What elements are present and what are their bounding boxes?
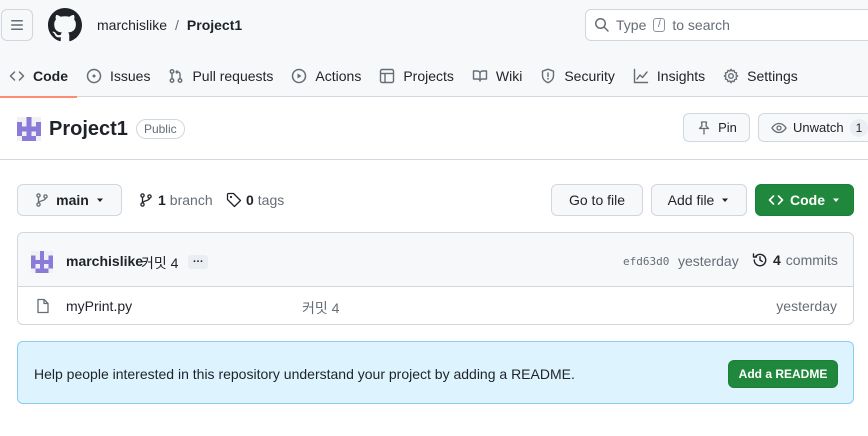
avatar bbox=[17, 117, 41, 141]
go-to-file-label: Go to file bbox=[568, 192, 626, 208]
code-button-label: Code bbox=[790, 192, 825, 208]
code-icon bbox=[768, 195, 784, 205]
tab-settings[interactable]: Settings bbox=[714, 55, 807, 97]
add-readme-button[interactable]: Add a README bbox=[728, 360, 838, 388]
file-commit-time: yesterday bbox=[776, 298, 837, 314]
branches-link[interactable]: 1 branch bbox=[138, 190, 213, 210]
commit-message[interactable]: 커밋 4 bbox=[141, 253, 178, 273]
branch-icon bbox=[140, 193, 152, 207]
tab-wiki[interactable]: Wiki bbox=[463, 55, 531, 97]
readme-banner-text: Help people interested in this repositor… bbox=[34, 366, 575, 382]
shield-icon bbox=[542, 68, 555, 84]
file-name[interactable]: myPrint.py bbox=[66, 298, 132, 314]
tab-label: Code bbox=[33, 68, 68, 84]
unwatch-label: Unwatch bbox=[793, 120, 844, 135]
tab-label: Issues bbox=[110, 68, 151, 84]
watch-count: 1 bbox=[849, 118, 868, 137]
avatar[interactable] bbox=[31, 251, 53, 273]
tab-pull-requests[interactable]: Pull requests bbox=[159, 55, 282, 97]
caret-down-icon bbox=[833, 198, 839, 202]
tab-label: Insights bbox=[656, 68, 706, 84]
eye-icon bbox=[771, 122, 787, 133]
add-file-label: Add file bbox=[667, 192, 715, 208]
file-listing: marchislike 커밋 4 … efd63d0 yesterday 4 c… bbox=[17, 232, 854, 325]
history-icon bbox=[752, 253, 767, 267]
go-to-file-button[interactable]: Go to file bbox=[551, 184, 643, 216]
tab-label: Settings bbox=[747, 68, 798, 84]
commit-count: 4 bbox=[773, 252, 781, 268]
tab-code[interactable]: Code bbox=[0, 55, 77, 98]
visibility-badge: Public bbox=[135, 119, 185, 139]
file-commit-message[interactable]: 커밋 4 bbox=[302, 298, 339, 318]
repo-title-row: Project1 Public bbox=[17, 116, 185, 142]
hamburger-icon bbox=[11, 20, 23, 30]
pin-label: Pin bbox=[718, 120, 737, 135]
tab-issues[interactable]: Issues bbox=[77, 55, 159, 97]
issue-icon bbox=[86, 68, 102, 84]
tab-security[interactable]: Security bbox=[531, 55, 624, 97]
branch-selector[interactable]: main bbox=[17, 184, 122, 216]
app-header: marchislike / Project1 Type / to search Co… bbox=[0, 0, 868, 98]
breadcrumb-repo[interactable]: Project1 bbox=[187, 17, 242, 33]
add-file-button[interactable]: Add file bbox=[651, 184, 747, 216]
pin-button[interactable]: Pin bbox=[683, 113, 750, 142]
book-icon bbox=[472, 70, 488, 82]
pin-icon bbox=[698, 120, 710, 135]
commits-link[interactable]: 4 commits bbox=[752, 252, 838, 268]
tab-insights[interactable]: Insights bbox=[624, 55, 714, 97]
play-icon bbox=[292, 68, 307, 84]
breadcrumb-separator: / bbox=[175, 17, 179, 33]
gear-icon bbox=[723, 68, 739, 84]
table-icon bbox=[380, 68, 395, 84]
tab-label: Pull requests bbox=[192, 68, 274, 84]
graph-icon bbox=[633, 68, 649, 84]
search-input[interactable]: Type / to search bbox=[585, 9, 868, 41]
code-icon bbox=[9, 71, 25, 81]
unwatch-button[interactable]: Unwatch 1 bbox=[758, 113, 868, 142]
caret-down-icon bbox=[96, 198, 103, 202]
tag-icon bbox=[226, 192, 242, 208]
branch-count-label: branch bbox=[169, 192, 213, 208]
branch-count: 1 bbox=[158, 192, 166, 208]
branch-icon bbox=[36, 193, 48, 207]
file-row[interactable]: myPrint.py 커밋 4 yesterday bbox=[18, 287, 853, 324]
search-icon bbox=[595, 18, 609, 32]
commit-sha[interactable]: efd63d0 bbox=[623, 255, 669, 268]
search-shortcut-key: / bbox=[653, 18, 666, 32]
tab-label: Security bbox=[564, 68, 615, 84]
search-placeholder-before: Type bbox=[616, 17, 647, 33]
file-icon bbox=[37, 298, 49, 314]
tag-count-label: tags bbox=[257, 192, 285, 208]
header-divider bbox=[0, 159, 868, 160]
pull-request-icon bbox=[170, 69, 183, 83]
code-dropdown-button[interactable]: Code bbox=[755, 184, 854, 216]
branch-name: main bbox=[56, 192, 89, 208]
repo-nav-tabs: Code Issues Pull requests Actions Projec… bbox=[0, 55, 807, 98]
tags-link[interactable]: 0 tags bbox=[226, 190, 284, 210]
commit-count-label: commits bbox=[785, 252, 838, 268]
tab-label: Actions bbox=[315, 68, 362, 84]
repo-name[interactable]: Project1 bbox=[49, 118, 128, 141]
commit-expand-button[interactable]: … bbox=[188, 254, 208, 269]
tab-actions[interactable]: Actions bbox=[282, 55, 370, 97]
menu-button[interactable] bbox=[1, 9, 33, 41]
commit-time: yesterday bbox=[678, 253, 739, 269]
search-placeholder-after: to search bbox=[672, 17, 730, 33]
breadcrumb-owner[interactable]: marchislike bbox=[97, 17, 167, 33]
tag-count: 0 bbox=[246, 192, 254, 208]
commit-author[interactable]: marchislike bbox=[66, 253, 143, 269]
breadcrumb: marchislike / Project1 bbox=[97, 16, 242, 34]
tab-label: Wiki bbox=[495, 68, 523, 84]
tab-projects[interactable]: Projects bbox=[370, 55, 463, 97]
tab-label: Projects bbox=[403, 68, 454, 84]
readme-banner: Help people interested in this repositor… bbox=[17, 341, 854, 404]
github-logo-icon[interactable] bbox=[48, 8, 82, 42]
latest-commit-row: marchislike 커밋 4 … efd63d0 yesterday 4 c… bbox=[18, 233, 853, 287]
caret-down-icon bbox=[722, 198, 729, 202]
